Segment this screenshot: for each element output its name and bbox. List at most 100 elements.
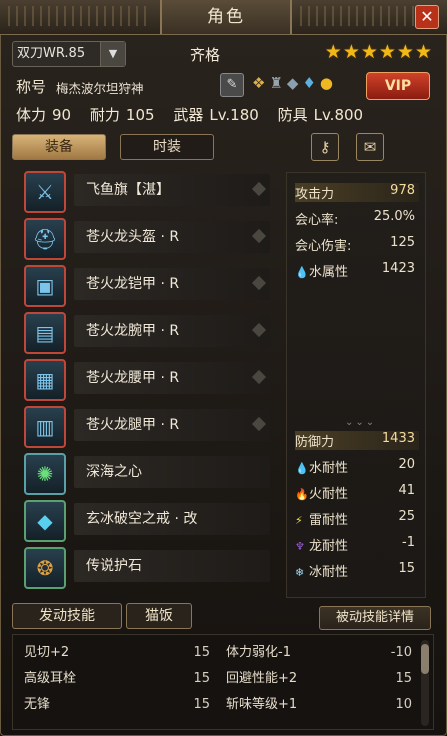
equipment-slot-amulet[interactable]: ✺ 深海之心 (12, 450, 274, 495)
title-bar: 角色 ✕ (0, 0, 447, 35)
attack-label: 攻击力 (295, 187, 335, 202)
skill-value: 10 (395, 697, 412, 712)
diamond-ring-icon: ◆ (24, 500, 66, 542)
endurance-value: 105 (125, 106, 155, 124)
vip-button[interactable]: VIP (366, 72, 430, 100)
weapon-type-select[interactable]: 双刀WR.85 ▼ (12, 41, 126, 67)
equipment-slot-legs[interactable]: ▥ 苍火龙腿甲 · R (12, 403, 274, 448)
edit-epithet-button[interactable]: ✎ (220, 73, 244, 97)
skill-name: 体力弱化-1 (226, 645, 291, 660)
tab-active-skills[interactable]: 发动技能 (12, 603, 122, 629)
dragon-res-stat: ♆ 龙耐性 -1 (295, 535, 419, 554)
thunder-res-value: 25 (398, 509, 415, 524)
leg-armor-icon: ▥ (24, 406, 66, 448)
skill-row: 无锋 15 (24, 694, 210, 716)
endurance-label: 耐力 (89, 106, 120, 124)
fire-res-value: 41 (398, 483, 415, 498)
slot-gem-icon (251, 181, 267, 197)
equipment-slot-ring[interactable]: ◆ 玄冰破空之戒 · 改 (12, 497, 274, 542)
armor-level-label: 防具 (277, 106, 308, 124)
chest-armor-icon: ▣ (24, 265, 66, 307)
tab-equipment[interactable]: 装备 (12, 134, 106, 160)
character-name: 齐格 (190, 46, 221, 64)
slot-gem-icon (251, 228, 267, 244)
skill-value: 15 (193, 697, 210, 712)
skill-row: 见切+2 15 (24, 642, 210, 664)
fire-res-label: 火耐性 (309, 487, 349, 502)
equipment-slot-arms[interactable]: ▤ 苍火龙腕甲 · R (12, 309, 274, 354)
defense-stat: 防御力 1433 (295, 431, 419, 450)
stamina-label: 体力 (16, 106, 47, 124)
element-stat: 💧水属性 1423 (295, 261, 419, 280)
waist-armor-icon: ▦ (24, 359, 66, 401)
passive-skill-details-button[interactable]: 被动技能详情 (319, 606, 431, 630)
orb-icon: ✺ (24, 453, 66, 495)
slot-gem-icon (251, 369, 267, 385)
equipment-name: 飞鱼旗【湛】 (86, 182, 170, 198)
defense-label: 防御力 (295, 435, 335, 450)
water-res-stat: 💧水耐性 20 (295, 457, 419, 476)
skill-name: 无锋 (24, 697, 51, 712)
window-title: 角色 (160, 0, 292, 34)
equipment-name: 苍火龙腰甲 · R (86, 370, 180, 386)
equipment-name: 深海之心 (86, 464, 142, 480)
title-ornament-left (8, 6, 148, 26)
charm-icon: ❂ (24, 547, 66, 589)
base-stats-row: 体力 90 耐力 105 武器 Lv.180 防具 Lv.800 (16, 104, 377, 125)
scrollbar-thumb[interactable] (421, 644, 429, 674)
scroll-icon[interactable]: ✉ (356, 133, 384, 161)
water-res-value: 20 (398, 457, 415, 472)
weapon-type-value: 双刀WR.85 (17, 46, 86, 61)
slot-gem-icon (251, 322, 267, 338)
equipment-slot-head[interactable]: ⛑ 苍火龙头盔 · R (12, 215, 274, 260)
armor-level-value: Lv.800 (313, 106, 364, 124)
skill-list-scrollbar[interactable] (421, 640, 429, 726)
skill-row: 斩味等级+1 10 (226, 694, 412, 716)
thunder-res-label: 雷耐性 (309, 513, 349, 528)
element-label: 水属性 (309, 265, 349, 280)
key-icon[interactable]: ⚷ (311, 133, 339, 161)
attack-stat: 攻击力 978 (295, 183, 419, 202)
guild-emblem-icon[interactable]: ❖ (252, 74, 265, 92)
chevron-down-icon[interactable]: ▼ (100, 42, 125, 66)
tombstone-icon[interactable]: ♜ (269, 74, 282, 92)
crit-damage-stat: 会心伤害: 125 (295, 235, 419, 254)
skill-row: 回避性能+2 15 (226, 668, 412, 690)
water-drop-icon: 💧 (295, 462, 309, 475)
slot-gem-icon (251, 275, 267, 291)
tab-food[interactable]: 猫饭 (126, 603, 192, 629)
skill-value: 15 (395, 671, 412, 686)
ice-res-stat: ❄ 冰耐性 15 (295, 561, 419, 580)
lightning-icon: ⚡ (295, 514, 303, 527)
attack-value: 978 (390, 183, 415, 198)
gems-icon[interactable]: ♦ (302, 74, 315, 92)
rank-stars: ★★★★★★ (324, 41, 433, 63)
equipment-slot-charm[interactable]: ❂ 传说护石 (12, 544, 274, 589)
equipment-slot-chest[interactable]: ▣ 苍火龙铠甲 · R (12, 262, 274, 307)
equipment-name: 苍火龙头盔 · R (86, 229, 180, 245)
equipment-name: 苍火龙腕甲 · R (86, 323, 180, 339)
helm-icon: ⛑ (24, 218, 66, 260)
close-button[interactable]: ✕ (415, 5, 439, 29)
tab-fashion[interactable]: 时装 (120, 134, 214, 160)
divider-ornament: ⌄⌄⌄ (345, 417, 377, 428)
skill-value: -10 (390, 645, 412, 660)
badge-icons: ❖ ♜ ◆ ♦ ● (252, 74, 337, 94)
skill-name: 见切+2 (24, 645, 70, 660)
water-res-label: 水耐性 (309, 461, 349, 476)
stats-panel: 攻击力 978 会心率: 25.0% 会心伤害: 125 💧水属性 1423 ⌄⌄⌄ 防… (286, 172, 426, 598)
dragon-claw-icon: ♆ (295, 540, 305, 553)
ice-res-value: 15 (398, 561, 415, 576)
slot-gem-icon (251, 416, 267, 432)
weapon-level-label: 武器 (173, 106, 204, 124)
diamond-icon[interactable]: ◆ (287, 74, 299, 92)
equipment-slot-weapon[interactable]: ⚔ 飞鱼旗【湛】 (12, 168, 274, 213)
dragon-res-label: 龙耐性 (309, 539, 349, 554)
flame-icon: 🔥 (295, 488, 309, 501)
equipment-slot-waist[interactable]: ▦ 苍火龙腰甲 · R (12, 356, 274, 401)
epithet-value: 梅杰波尔坦狩神 (56, 81, 144, 96)
fire-res-stat: 🔥火耐性 41 (295, 483, 419, 502)
skill-row: 高级耳栓 15 (24, 668, 210, 690)
gold-coin-icon[interactable]: ● (320, 74, 333, 92)
thunder-res-stat: ⚡ 雷耐性 25 (295, 509, 419, 528)
